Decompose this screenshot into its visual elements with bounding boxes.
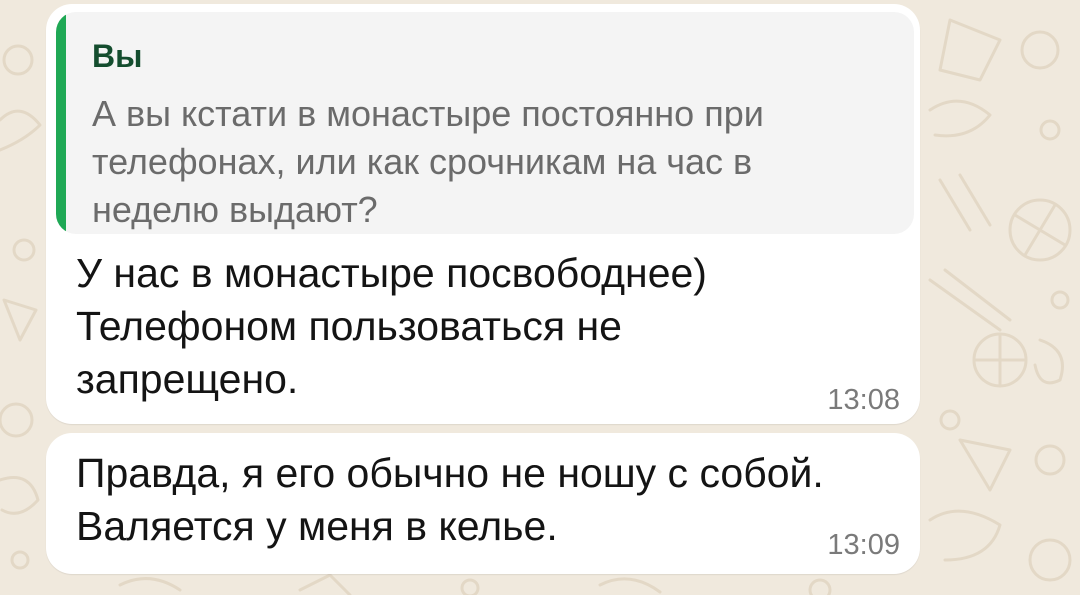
message-bubble[interactable]: Вы А вы кстати в монастыре постоянно при… — [46, 4, 920, 424]
reply-quote-line: неделю выдают? — [92, 189, 378, 230]
reply-quote-author: Вы — [92, 38, 143, 74]
message-line: Правда, я его обычно не ношу с собой. — [76, 450, 824, 496]
reply-quote-text: А вы кстати в монастыре постоянно при те… — [92, 90, 892, 234]
reply-quote[interactable]: Вы А вы кстати в монастыре постоянно при… — [56, 12, 914, 234]
message-line: Валяется у меня в келье. — [76, 503, 558, 549]
message-line: У нас в монастыре посвободнее) — [76, 250, 707, 296]
message-line: запрещено. — [76, 356, 299, 402]
message-bubble[interactable]: Правда, я его обычно не ношу с собой. Ва… — [46, 433, 920, 574]
reply-quote-accent-bar — [56, 12, 66, 234]
message-timestamp: 13:08 — [827, 384, 900, 416]
message-text: Правда, я его обычно не ношу с собой. Ва… — [76, 447, 824, 553]
message-timestamp: 13:09 — [827, 529, 900, 561]
reply-quote-line: А вы кстати в монастыре постоянно при — [92, 93, 764, 134]
message-text: У нас в монастыре посвободнее) Телефоном… — [76, 247, 707, 406]
reply-quote-line: телефонах, или как срочникам на час в — [92, 141, 753, 182]
message-line: Телефоном пользоваться не — [76, 303, 622, 349]
